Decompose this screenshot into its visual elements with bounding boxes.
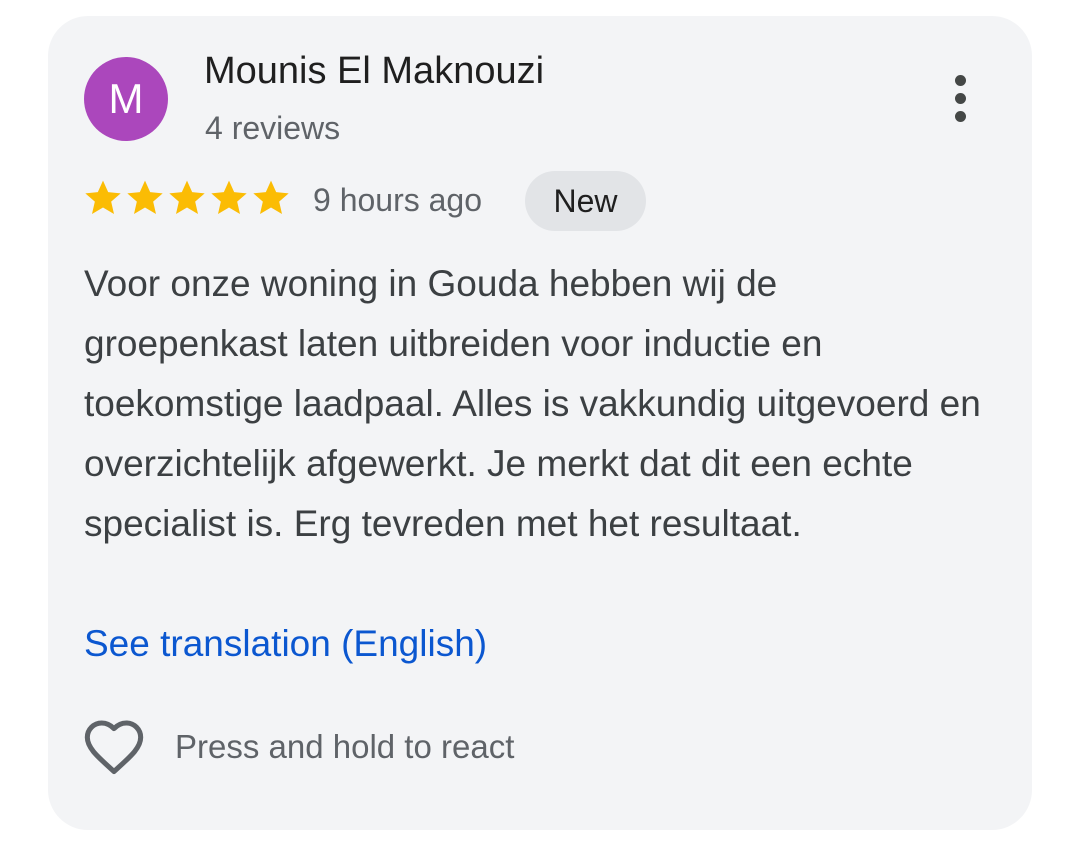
star-icon — [211, 180, 247, 214]
more-vertical-icon — [954, 74, 966, 86]
more-vertical-icon-dot — [954, 110, 966, 122]
avatar-initial: M — [108, 75, 144, 122]
star-rating — [83, 178, 291, 218]
see-translation-link[interactable]: See translation (English) — [84, 614, 487, 674]
star-icon — [169, 180, 205, 214]
author-name[interactable]: Mounis El Maknouzi — [204, 50, 544, 93]
new-badge-label: New — [553, 182, 618, 219]
react-label: Press and hold to react — [175, 728, 515, 765]
star-icon — [253, 180, 289, 214]
avatar[interactable]: M — [84, 57, 168, 141]
review-count[interactable]: 4 reviews — [205, 110, 340, 147]
react-button[interactable]: Press and hold to react — [80, 715, 514, 779]
more-vertical-icon-dot — [954, 92, 966, 104]
star-icon — [127, 180, 163, 214]
review-timestamp: 9 hours ago — [313, 182, 483, 218]
heart-outline-icon — [84, 720, 144, 775]
star-icon — [85, 180, 121, 214]
more-options-button[interactable] — [935, 68, 985, 128]
review-text: Voor onze woning in Gouda hebben wij de … — [84, 263, 981, 544]
new-badge: New — [525, 171, 646, 231]
